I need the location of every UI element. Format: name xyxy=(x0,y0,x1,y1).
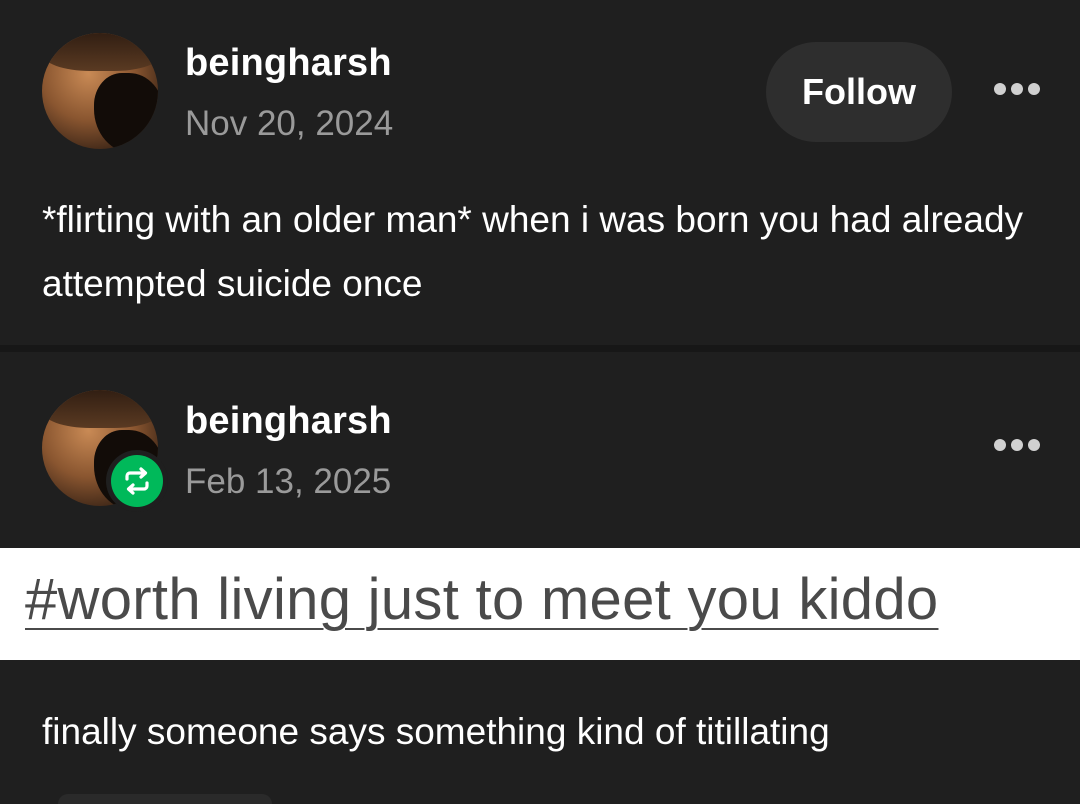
tag-image: #worth living just to meet you kiddo xyxy=(0,548,1080,660)
avatar[interactable] xyxy=(42,33,158,149)
follow-button[interactable]: Follow xyxy=(766,42,952,142)
avatar-hair xyxy=(42,33,158,71)
reblog-icon-glyph xyxy=(125,467,149,495)
more-options-icon[interactable] xyxy=(994,82,1040,96)
post-body-text: *flirting with an older man* when i was … xyxy=(42,199,1024,304)
post-date[interactable]: Nov 20, 2024 xyxy=(185,104,393,144)
tag-link[interactable]: #worth living just to meet you kiddo xyxy=(25,566,938,633)
post-divider xyxy=(0,345,1080,352)
more-dot xyxy=(994,83,1006,95)
post-date[interactable]: Feb 13, 2025 xyxy=(185,462,391,502)
reblog-badge xyxy=(106,450,168,512)
next-element-hint xyxy=(58,794,272,804)
more-options-icon[interactable] xyxy=(994,438,1040,452)
more-dot xyxy=(1011,83,1023,95)
more-dot xyxy=(1028,439,1040,451)
more-dot xyxy=(994,439,1006,451)
original-post: beingharsh Nov 20, 2024 Follow *flirting… xyxy=(0,0,1080,345)
post-username[interactable]: beingharsh xyxy=(185,400,392,443)
more-dot xyxy=(1011,439,1023,451)
avatar-shadow xyxy=(94,73,158,149)
more-dot xyxy=(1028,83,1040,95)
avatar-hair xyxy=(42,390,158,428)
reblog-post: beingharsh Feb 13, 2025 #worth living ju… xyxy=(0,352,1080,804)
reblog-icon xyxy=(111,455,163,507)
post-username[interactable]: beingharsh xyxy=(185,42,392,85)
post-body-text: finally someone says something kind of t… xyxy=(42,711,830,752)
